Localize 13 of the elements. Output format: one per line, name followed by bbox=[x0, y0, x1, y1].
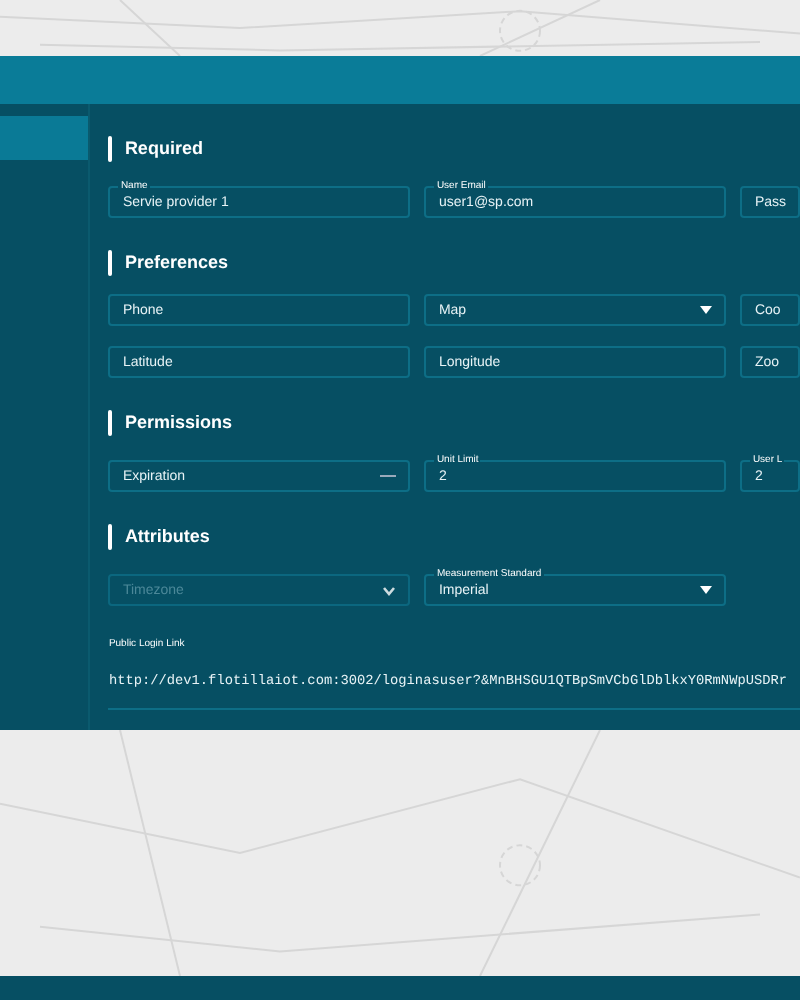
dash-icon bbox=[380, 474, 397, 478]
caret-icon bbox=[700, 306, 713, 314]
heading-marker bbox=[108, 249, 113, 275]
chevron-icon bbox=[382, 585, 397, 595]
section-title: Required bbox=[124, 138, 203, 158]
section-title: Attributes bbox=[124, 526, 210, 546]
heading-marker bbox=[108, 523, 113, 549]
section-title: Permissions bbox=[124, 412, 232, 432]
caret-icon bbox=[700, 586, 713, 594]
heading-marker bbox=[108, 409, 113, 435]
heading-marker bbox=[108, 135, 113, 161]
sidebar-item[interactable] bbox=[0, 116, 89, 160]
section-title: Preferences bbox=[124, 252, 228, 272]
